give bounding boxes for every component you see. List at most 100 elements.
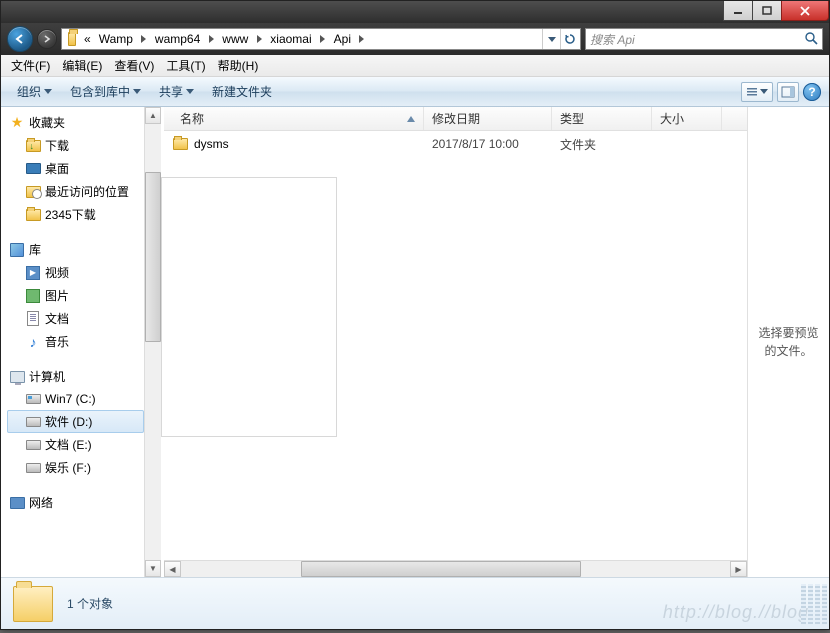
crumb-overflow[interactable]: « [80, 29, 95, 49]
sidebar-item-drive-f[interactable]: 娱乐 (F:) [7, 456, 144, 479]
scroll-left-button[interactable]: ◀ [164, 561, 181, 577]
chevron-down-icon [44, 89, 52, 94]
search-icon [804, 31, 818, 48]
scroll-down-button[interactable]: ▼ [145, 560, 161, 577]
computer-header[interactable]: 计算机 [7, 365, 144, 388]
crumb-wamp[interactable]: Wamp [95, 29, 137, 49]
sidebar-item-recent[interactable]: 最近访问的位置 [7, 180, 144, 203]
chevron-right-icon[interactable] [252, 29, 266, 49]
column-size[interactable]: 大小 [652, 107, 722, 130]
chevron-right-icon[interactable] [204, 29, 218, 49]
scroll-thumb[interactable] [301, 561, 581, 577]
library-icon [9, 242, 25, 258]
sidebar-item-drive-c[interactable]: Win7 (C:) [7, 388, 144, 410]
status-text: 1 个对象 [67, 595, 113, 612]
menu-edit[interactable]: 编辑(E) [56, 55, 108, 76]
close-button[interactable] [781, 1, 829, 21]
toolbar: 组织 包含到库中 共享 新建文件夹 ? [1, 77, 829, 107]
help-button[interactable]: ? [803, 83, 821, 101]
titlebar [1, 1, 829, 23]
preview-pane-button[interactable] [777, 82, 799, 102]
sidebar-item-videos[interactable]: ▶视频 [7, 261, 144, 284]
chevron-right-icon[interactable] [355, 29, 369, 49]
drive-icon [25, 460, 41, 476]
window-controls [724, 1, 829, 21]
sidebar-item-documents[interactable]: 文档 [7, 307, 144, 330]
address-bar-buttons [542, 29, 578, 49]
sidebar-item-music[interactable]: ♪音乐 [7, 330, 144, 353]
forward-button[interactable] [37, 29, 57, 49]
scroll-track[interactable] [145, 342, 161, 560]
computer-icon [9, 369, 25, 385]
sidebar-item-drive-d[interactable]: 软件 (D:) [7, 410, 144, 433]
chevron-right-icon[interactable] [137, 29, 151, 49]
menu-file[interactable]: 文件(F) [5, 55, 56, 76]
sidebar-item-drive-e[interactable]: 文档 (E:) [7, 433, 144, 456]
scroll-track[interactable] [581, 561, 730, 577]
menu-bar: 文件(F) 编辑(E) 查看(V) 工具(T) 帮助(H) [1, 55, 829, 77]
network-icon [9, 495, 25, 511]
back-button[interactable] [7, 26, 33, 52]
navigation-bar: « Wamp wamp64 www xiaomai Api 搜索 Api [1, 23, 829, 55]
preview-pane: 选择要预览的文件。 [747, 107, 829, 577]
file-type: 文件夹 [552, 136, 652, 153]
refresh-button[interactable] [560, 29, 578, 49]
drive-icon [25, 437, 41, 453]
picture-icon [25, 288, 41, 304]
menu-help[interactable]: 帮助(H) [212, 55, 265, 76]
sidebar-item-downloads[interactable]: ↓下载 [7, 134, 144, 157]
recent-icon [25, 184, 41, 200]
address-dropdown-button[interactable] [542, 29, 560, 49]
libraries-header[interactable]: 库 [7, 238, 144, 261]
folder-icon [13, 586, 53, 622]
search-placeholder: 搜索 Api [590, 31, 635, 48]
address-bar[interactable]: « Wamp wamp64 www xiaomai Api [61, 28, 581, 50]
column-date[interactable]: 修改日期 [424, 107, 552, 130]
file-name: dysms [194, 137, 229, 151]
new-folder-button[interactable]: 新建文件夹 [204, 80, 280, 103]
music-icon: ♪ [25, 334, 41, 350]
explorer-window: « Wamp wamp64 www xiaomai Api 搜索 Api [0, 0, 830, 630]
view-options-button[interactable] [741, 82, 773, 102]
horizontal-scrollbar[interactable]: ◀ ▶ [164, 560, 747, 577]
include-library-button[interactable]: 包含到库中 [62, 80, 149, 103]
details-pane-resize[interactable] [727, 584, 827, 625]
organize-button[interactable]: 组织 [9, 80, 60, 103]
favorites-header[interactable]: ★收藏夹 [7, 111, 144, 134]
menu-tools[interactable]: 工具(T) [160, 55, 211, 76]
chevron-down-icon [186, 89, 194, 94]
crumb-www[interactable]: www [218, 29, 252, 49]
video-icon: ▶ [25, 265, 41, 281]
column-type[interactable]: 类型 [552, 107, 652, 130]
minimize-button[interactable] [723, 1, 753, 21]
file-list-pane: 名称 修改日期 类型 大小 dysms 2017/8/17 10:00 文件夹 … [164, 107, 747, 577]
maximize-button[interactable] [752, 1, 782, 21]
menu-view[interactable]: 查看(V) [108, 55, 160, 76]
file-row[interactable]: dysms 2017/8/17 10:00 文件夹 [164, 133, 747, 155]
sidebar-item-desktop[interactable]: 桌面 [7, 157, 144, 180]
crumb-xiaomai[interactable]: xiaomai [266, 29, 315, 49]
drive-icon [25, 414, 41, 430]
sidebar-scrollbar[interactable]: ▲ ▼ [144, 107, 161, 577]
chevron-down-icon [133, 89, 141, 94]
sidebar-item-2345[interactable]: 2345下载 [7, 203, 144, 226]
search-input[interactable]: 搜索 Api [585, 28, 823, 50]
download-icon: ↓ [25, 138, 41, 154]
file-date: 2017/8/17 10:00 [424, 137, 552, 151]
share-button[interactable]: 共享 [151, 80, 202, 103]
scroll-up-button[interactable]: ▲ [145, 107, 161, 124]
column-name[interactable]: 名称 [172, 107, 424, 130]
chevron-down-icon [760, 89, 768, 94]
network-group: 网络 [7, 491, 144, 514]
scroll-right-button[interactable]: ▶ [730, 561, 747, 577]
content-area: ★收藏夹 ↓下载 桌面 最近访问的位置 2345下载 库 ▶视频 图片 文档 ♪… [1, 107, 829, 577]
network-header[interactable]: 网络 [7, 491, 144, 514]
scroll-thumb[interactable] [145, 172, 161, 342]
crumb-api[interactable]: Api [330, 29, 355, 49]
favorites-group: ★收藏夹 ↓下载 桌面 最近访问的位置 2345下载 [7, 111, 144, 226]
crumb-wamp64[interactable]: wamp64 [151, 29, 204, 49]
sidebar-item-pictures[interactable]: 图片 [7, 284, 144, 307]
chevron-right-icon[interactable] [316, 29, 330, 49]
status-bar: 1 个对象 http://blog.//blog. [1, 577, 829, 629]
folder-icon [64, 31, 80, 47]
